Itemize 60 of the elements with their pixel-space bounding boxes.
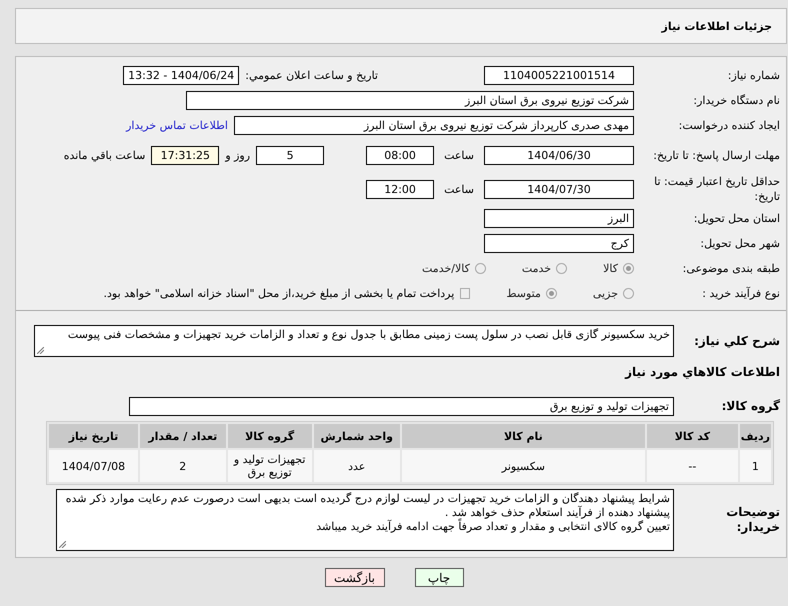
field-label: حداقل تاریخ اعتبار قیمت: تا تاریخ: [653, 174, 780, 204]
field-label: شرح کلي نیاز: [693, 334, 780, 348]
field-label: استان محل تحویل: [692, 211, 780, 226]
field-label: تاریخ و ساعت اعلان عمومي: [245, 69, 378, 82]
days-field[interactable]: 5 [256, 146, 324, 164]
validity-date-field[interactable]: 1404/07/30 [484, 180, 634, 198]
column-header: ردیف [740, 424, 771, 448]
field-label: نوع فرآیند خرید : [701, 286, 780, 301]
back-button[interactable]: بازگشت [324, 568, 384, 587]
announce-date-field[interactable]: 1404/06/24 - 13:32 [123, 66, 240, 85]
notes-textarea[interactable]: شرایط پیشنهاد دهندگان و الزامات خرید تجهیزات در لیست لوازم درج گردیده است بدیهی است درصورت عدم رعایت موارد ذکر شده پیشنهاد دهنده از فرآیند استعلام حذف خواهد شد . تعیین گروه کالای انتخابی و مقدار و تعداد صرفاً جهت ادامه فرآیند خرید میباشد [56, 489, 674, 551]
field-label: توضیحات خریدار: [725, 505, 780, 535]
category-radio[interactable]: خدمت [522, 262, 568, 275]
column-header: گروه کالا [228, 424, 312, 448]
field-label: نام دستگاه خریدار: [692, 93, 780, 108]
process-radio[interactable]: جزیی [592, 287, 634, 300]
creator-field[interactable]: مهدی صدری کارپرداز شرکت توزیع نیروی برق استان البرز [234, 116, 634, 135]
field-label: طبقه بندی موضوعی: [682, 261, 780, 276]
validity-time-field[interactable]: 12:00 [366, 180, 434, 198]
treasury-checkbox[interactable] [460, 288, 470, 299]
table-cell: عدد [314, 450, 400, 482]
resize-grip-icon[interactable] [37, 347, 44, 354]
field-label: گروه کالا: [720, 399, 780, 414]
field-label: مهلت ارسال پاسخ: تا تاریخ: [652, 148, 780, 162]
city-field[interactable]: کرج [484, 234, 634, 253]
table-cell: 1 [740, 450, 771, 482]
field-label: ایجاد کننده درخواست: [678, 118, 780, 133]
time-label: ساعت [444, 182, 474, 196]
deadline-date-field[interactable]: 1404/06/30 [484, 146, 634, 164]
goods-group-field[interactable]: تجهیزات تولید و توزیع برق [129, 397, 674, 416]
resize-grip-icon[interactable] [59, 541, 66, 548]
remaining-time-field[interactable]: 17:31:25 [151, 146, 220, 164]
column-header: کد کالا [646, 424, 738, 448]
section-heading: اطلاعات کالاهاي مورد نیاز [625, 364, 780, 378]
column-header: نام کالا [402, 424, 645, 448]
field-label: شهر محل تحویل: [699, 236, 780, 251]
table-cell: سکسیونر [402, 450, 645, 482]
time-label: ساعت [444, 148, 474, 162]
description-textarea[interactable]: خرید سکسیونر گازی قابل نصب در سلول پست زمینی مطابق با جدول نوع و تعداد و الزامات خرید تجهیزات و مشخصات فنی پیوست [34, 325, 674, 357]
column-header: تعداد / مقدار [140, 424, 226, 448]
treasury-label: پرداخت تمام یا بخشی از مبلغ خرید،از محل "اسناد خزانه اسلامی" خواهد بود. [104, 287, 454, 300]
deadline-time-field[interactable]: 08:00 [366, 146, 434, 164]
buyer-contact-link[interactable]: اطلاعات تماس خریدار [126, 119, 228, 132]
column-header: تاریخ نیاز [49, 424, 138, 448]
page-title: جزئیات اطلاعات نیاز [662, 20, 772, 32]
category-radio[interactable]: کالا/خدمت [422, 262, 486, 275]
column-header: واحد شمارش [314, 424, 400, 448]
table-cell: 2 [140, 450, 226, 482]
field-label: شماره نیاز: [726, 68, 780, 83]
need-number-field[interactable]: 1104005221001514 [484, 66, 634, 85]
remaining-label: ساعت باقي مانده [64, 148, 146, 162]
buyer-name-field[interactable]: شرکت توزیع نیروی برق استان البرز [186, 91, 634, 110]
process-radio[interactable]: متوسط [506, 287, 557, 300]
category-radio[interactable]: کالا [603, 262, 634, 275]
table-cell: 1404/07/08 [49, 450, 138, 482]
days-label: روز و [225, 148, 250, 162]
print-button[interactable]: چاپ [414, 568, 464, 587]
table-cell: تجهیزات تولید و توزیع برق [228, 450, 312, 482]
table-cell: -- [646, 450, 738, 482]
province-field[interactable]: البرز [484, 209, 634, 228]
